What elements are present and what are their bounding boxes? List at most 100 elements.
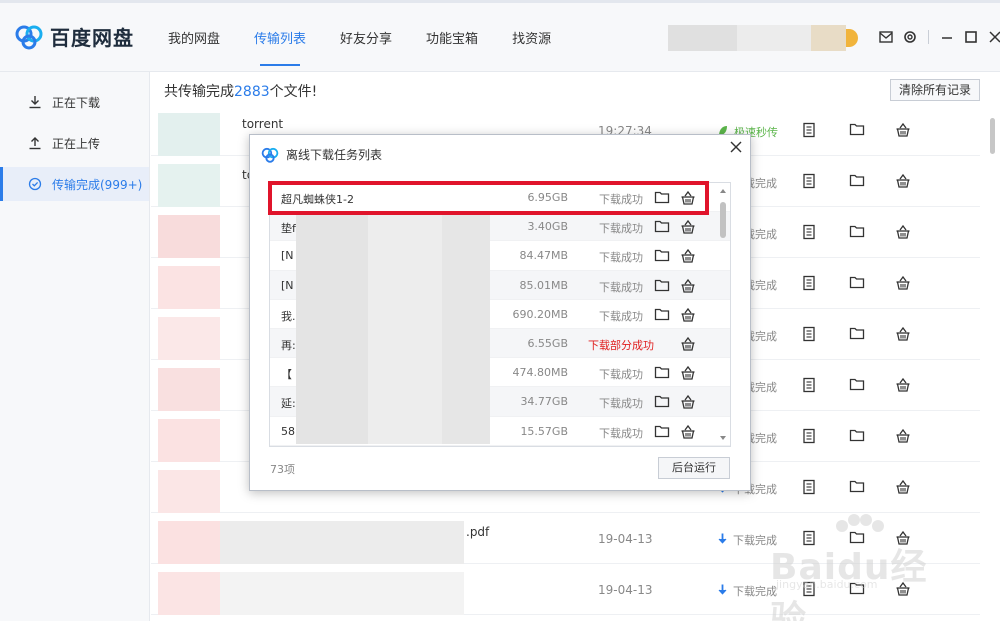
task-name: 垫f (281, 222, 296, 236)
close-icon[interactable] (728, 139, 744, 155)
folder-icon[interactable] (654, 219, 670, 236)
main-nav: 我的网盘 传输列表 好友分享 功能宝箱 找资源 (168, 28, 585, 66)
list-scrollbar[interactable] (990, 110, 996, 616)
open-file-icon[interactable] (802, 428, 816, 447)
open-file-icon[interactable] (802, 275, 816, 294)
open-file-icon[interactable] (802, 224, 816, 243)
delete-basket-icon[interactable] (680, 365, 696, 384)
download-arrow-icon (718, 533, 730, 547)
task-status: 下载成功 (599, 368, 643, 382)
sidebar-item-completed[interactable]: 传输完成(999+) (0, 167, 149, 201)
maximize-icon[interactable] (963, 30, 979, 44)
folder-icon[interactable] (654, 278, 670, 295)
open-file-icon[interactable] (802, 173, 816, 192)
folder-icon[interactable] (654, 394, 670, 411)
delete-basket-icon[interactable] (680, 248, 696, 267)
cloud-logo-icon (261, 147, 279, 163)
window-controls (878, 30, 1000, 44)
clear-records-button[interactable]: 清除所有记录 (889, 79, 980, 101)
delete-basket-icon[interactable] (680, 336, 696, 355)
cloud-logo-icon (15, 25, 43, 49)
sidebar-item-uploading[interactable]: 正在上传 (0, 126, 149, 160)
run-in-background-button[interactable]: 后台运行 (658, 457, 730, 479)
close-icon[interactable] (987, 30, 1000, 44)
task-status: 下载成功 (599, 309, 643, 323)
redacted-thumbnail (158, 215, 220, 258)
delete-basket-icon[interactable] (895, 122, 911, 141)
delete-basket-icon[interactable] (680, 278, 696, 297)
delete-basket-icon[interactable] (895, 428, 911, 447)
title-bar: 百度网盘 我的网盘 传输列表 好友分享 功能宝箱 找资源 (0, 0, 1000, 72)
folder-icon[interactable] (849, 377, 865, 394)
separator (928, 30, 929, 44)
task-name: [N (281, 278, 294, 292)
task-size: 34.77GB (520, 395, 568, 409)
sidebar-item-downloading[interactable]: 正在下载 (0, 85, 149, 119)
delete-basket-icon[interactable] (895, 326, 911, 345)
task-size: 3.40GB (527, 220, 568, 234)
offline-task-list: 超凡蜘蛛侠1-2 6.95GB 下载成功 垫f 3.40GB 下载成功 [N 84.47MB 下… (269, 182, 731, 447)
folder-icon[interactable] (654, 365, 670, 382)
open-file-icon[interactable] (802, 122, 816, 141)
folder-icon[interactable] (849, 428, 865, 445)
redacted-thumbnail (158, 470, 220, 513)
top-strip (0, 0, 1000, 3)
folder-icon[interactable] (849, 326, 865, 343)
redacted-block (368, 212, 442, 444)
open-file-icon[interactable] (802, 377, 816, 396)
minimize-icon[interactable] (939, 30, 955, 44)
task-name: 再: (281, 338, 296, 352)
folder-icon[interactable] (849, 479, 865, 496)
folder-icon[interactable] (849, 275, 865, 292)
tab-my-disk[interactable]: 我的网盘 (168, 28, 220, 50)
tab-find-resources[interactable]: 找资源 (512, 28, 551, 50)
delete-basket-icon[interactable] (895, 224, 911, 243)
file-name: .pdf (466, 525, 490, 539)
delete-basket-icon[interactable] (895, 173, 911, 192)
task-status: 下载部分成功 (588, 338, 654, 352)
delete-basket-icon[interactable] (680, 424, 696, 443)
check-circle-icon (28, 177, 42, 191)
folder-icon[interactable] (654, 307, 670, 324)
task-name: 58 (281, 424, 295, 438)
task-name: 【 (281, 368, 292, 382)
folder-icon[interactable] (849, 122, 865, 139)
app-name: 百度网盘 (50, 26, 134, 50)
download-icon (29, 96, 41, 109)
task-status: 下载成功 (599, 426, 643, 440)
app-logo: 百度网盘 (14, 22, 134, 51)
redacted-thumbnail (158, 113, 220, 156)
folder-icon[interactable] (654, 424, 670, 441)
tab-transfer-list[interactable]: 传输列表 (254, 28, 306, 66)
folder-icon[interactable] (654, 248, 670, 265)
mail-icon[interactable] (878, 30, 894, 44)
settings-icon[interactable] (902, 30, 918, 44)
sidebar-item-label: 正在上传 (52, 136, 101, 151)
transfer-count: 2883 (234, 84, 270, 100)
download-arrow-icon (718, 584, 730, 598)
delete-basket-icon[interactable] (680, 394, 696, 413)
redacted-thumbnail (158, 164, 220, 207)
tab-friend-share[interactable]: 好友分享 (340, 28, 392, 50)
dialog-scrollbar[interactable] (719, 187, 727, 442)
delete-basket-icon[interactable] (680, 307, 696, 326)
tab-toolbox[interactable]: 功能宝箱 (426, 28, 478, 50)
user-account[interactable] (668, 25, 858, 51)
delete-basket-icon[interactable] (895, 479, 911, 498)
folder-icon[interactable] (849, 173, 865, 190)
open-file-icon[interactable] (802, 326, 816, 345)
task-name: 延: (281, 397, 296, 411)
redacted-block (220, 521, 464, 564)
folder-icon[interactable] (849, 224, 865, 241)
redacted-thumbnail (158, 368, 220, 411)
transfer-summary: 共传输完成2883个文件! (164, 84, 318, 100)
task-status: 下载成功 (599, 222, 643, 236)
task-name: [N (281, 249, 294, 263)
delete-basket-icon[interactable] (895, 377, 911, 396)
dialog-title: 离线下载任务列表 (286, 148, 383, 162)
delete-basket-icon[interactable] (680, 219, 696, 238)
watermark-url: jingyan.baidu.com (776, 578, 878, 591)
delete-basket-icon[interactable] (895, 275, 911, 294)
open-file-icon[interactable] (802, 479, 816, 498)
redacted-thumbnail (158, 419, 220, 462)
